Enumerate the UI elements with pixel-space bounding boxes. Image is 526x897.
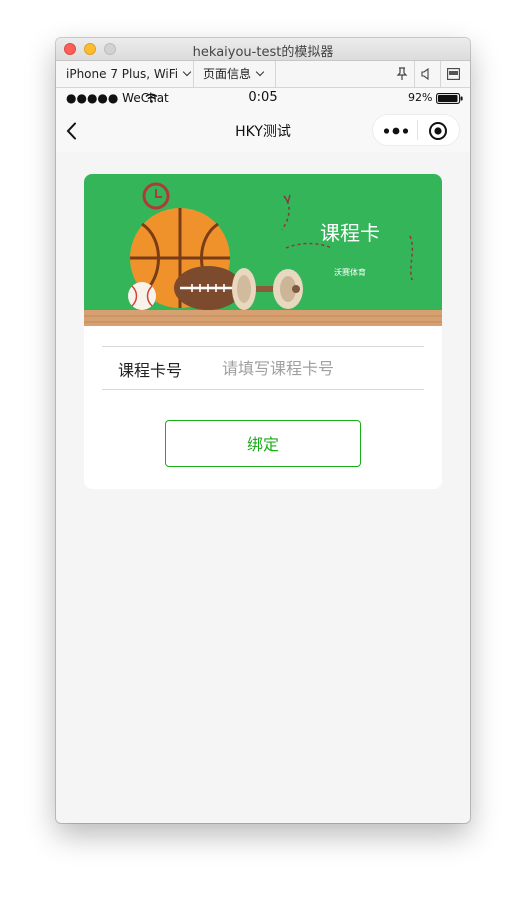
bind-button[interactable]: 绑定 [165,420,361,467]
course-card-banner: 课程卡 沃赛体育 [84,174,442,326]
status-bar: ●●●●● WeChat 0:05 92% [56,88,470,108]
device-selector[interactable]: iPhone 7 Plus, WiFi [66,61,192,87]
card-number-label: 课程卡号 [118,361,183,380]
card-number-input[interactable] [222,353,418,383]
battery-icon [436,93,463,104]
card-number-row: 课程卡号 [102,346,424,390]
speaker-icon[interactable] [421,68,431,80]
nav-bar: HKY测试 [56,108,470,152]
toolbar-divider [193,61,194,87]
capsule-menu [372,114,460,146]
page-info-label: 页面信息 [203,67,252,81]
device-selector-label: iPhone 7 Plus, WiFi [66,67,179,81]
course-card-panel: 课程卡 沃赛体育 课程卡号 绑定 [84,174,442,489]
page-info-dropdown[interactable]: 页面信息 [203,61,265,87]
toolbar-divider [275,61,276,87]
simulator-window: hekaiyou-test的模拟器 iPhone 7 Plus, WiFi 页面… [56,38,470,823]
toolbar-divider [440,61,441,87]
window-titlebar: hekaiyou-test的模拟器 [56,38,470,61]
toolbar-divider [414,61,415,87]
more-options-icon[interactable] [383,126,409,136]
chevron-down-icon [255,67,265,77]
pin-icon[interactable] [396,67,408,81]
banner-title: 课程卡 [320,221,380,245]
capsule-divider [417,120,418,140]
chevron-down-icon [182,67,192,77]
window-mode-icon[interactable] [447,68,460,80]
window-title: hekaiyou-test的模拟器 [192,45,334,60]
simulator-toolbar: iPhone 7 Plus, WiFi 页面信息 [56,61,470,88]
close-miniprogram-icon[interactable] [428,121,448,141]
battery-percent: 92% [408,91,433,104]
banner-subtitle: 沃赛体育 [334,267,366,277]
